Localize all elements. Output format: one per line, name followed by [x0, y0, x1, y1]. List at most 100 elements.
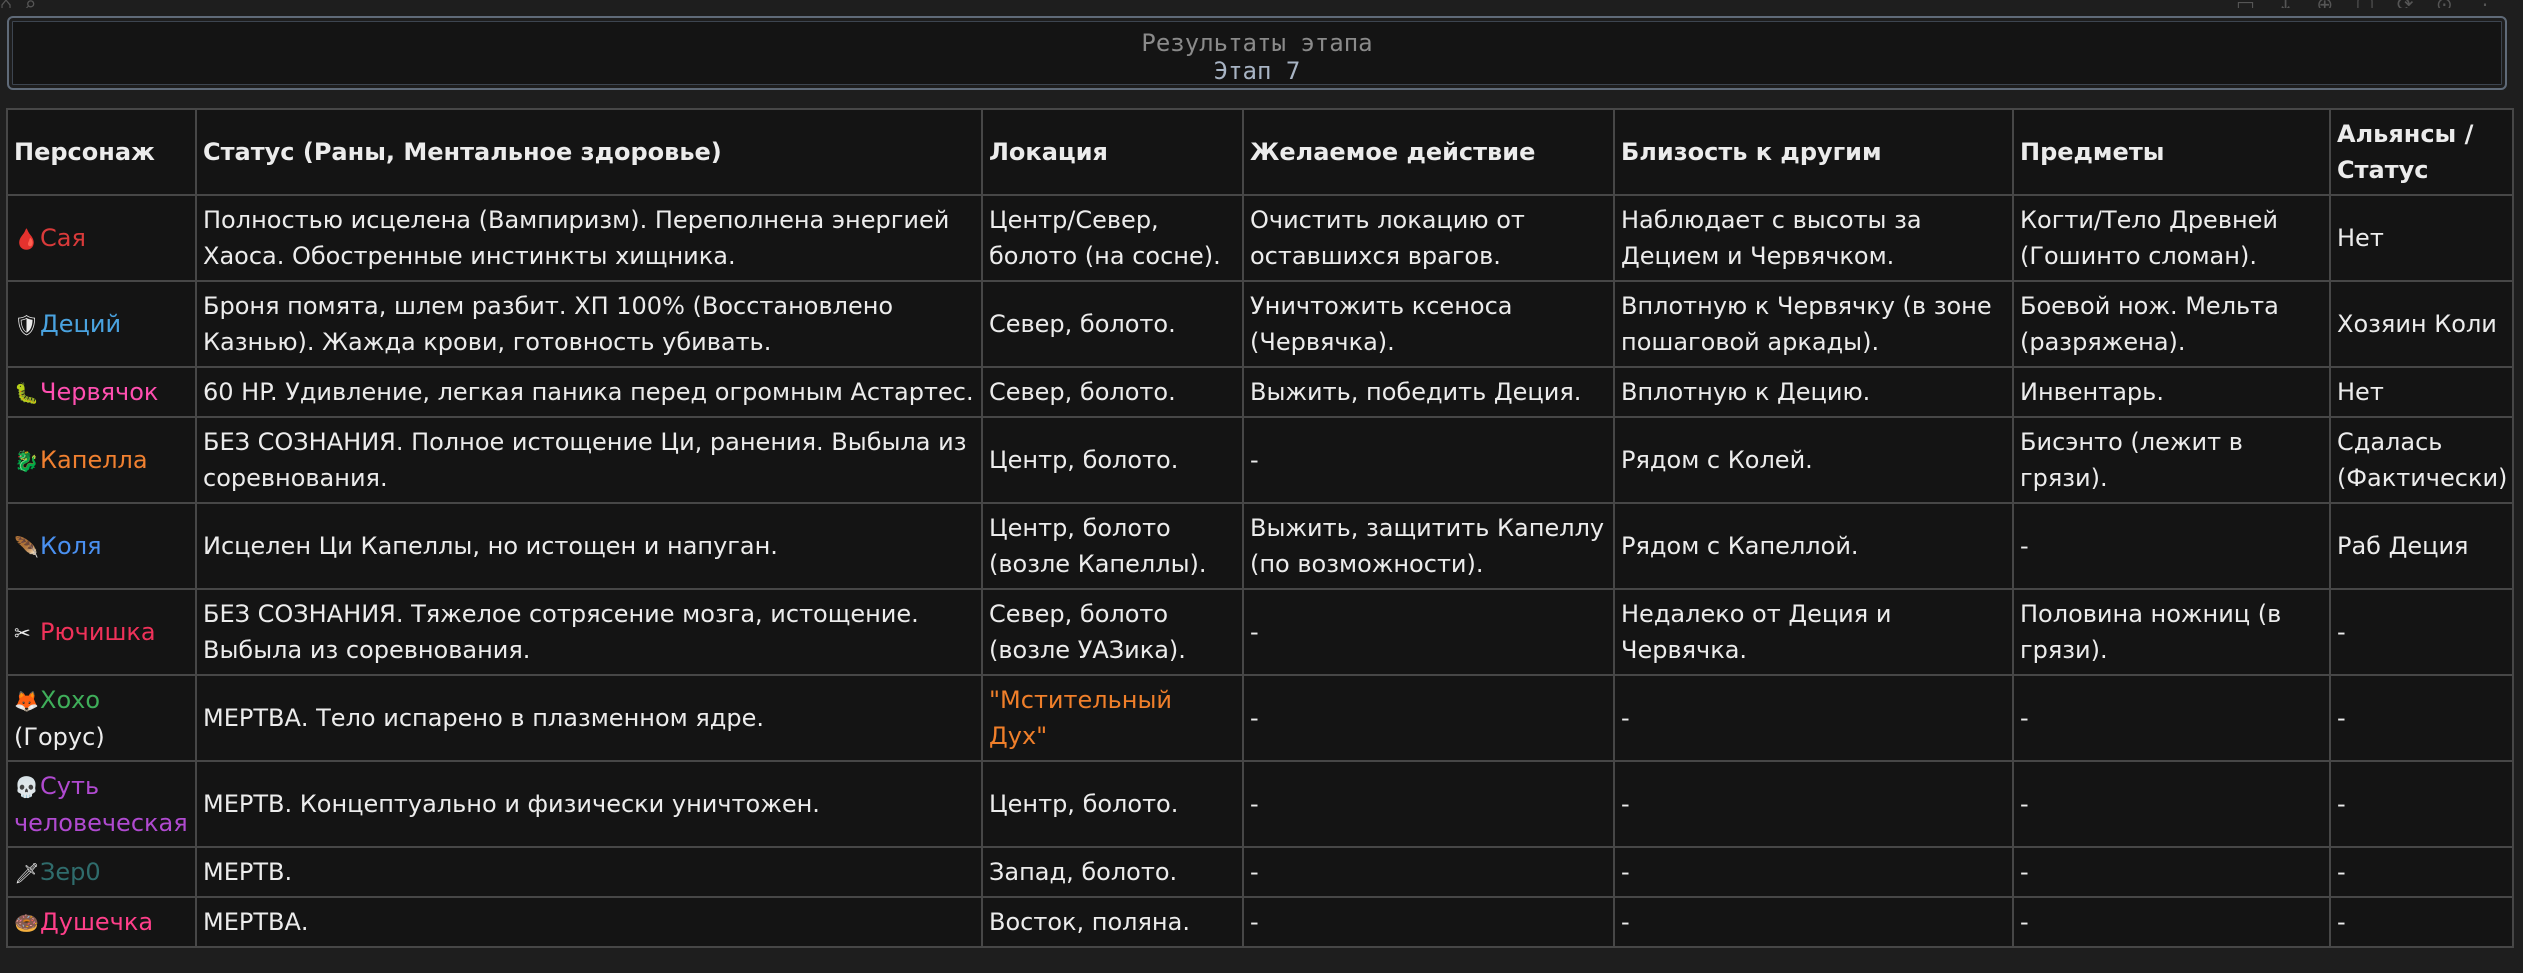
scissors-icon: ✂ — [14, 620, 31, 645]
cell-status: Полностью исцелена (Вампиризм). Переполн… — [195, 194, 983, 282]
table-row: 🗡Зер0 МЕРТВ. Запад, болото. - - - - — [6, 846, 2514, 898]
cell-desired-action: Очистить локацию от оставшихся врагов. — [1242, 194, 1615, 282]
cell-character: 🪶Коля — [6, 502, 197, 590]
cell-alliance: - — [2329, 760, 2514, 848]
donut-icon: 🍩 — [14, 910, 39, 935]
cell-status: 60 HP. Удивление, легкая паника перед ог… — [195, 366, 983, 418]
cell-items: Когти/Тело Древней (Гошинто сломан). — [2012, 194, 2331, 282]
cell-desired-action: Выжить, защитить Капеллу (по возможности… — [1242, 502, 1615, 590]
cell-character: 🐛Червячок — [6, 366, 197, 418]
blood-drop-icon: 🩸 — [14, 226, 39, 251]
character-name: Червячок — [40, 377, 159, 406]
cell-proximity: - — [1613, 846, 2014, 898]
dagger-icon: 🗡 — [14, 860, 40, 885]
cell-location: Центр, болото. — [981, 760, 1244, 848]
dragon-icon: 🐉 — [14, 448, 39, 473]
cell-desired-action: - — [1242, 588, 1615, 676]
panel-subtitle: Этап 7 — [1213, 57, 1301, 85]
column-header-character: Персонаж — [6, 108, 197, 196]
cell-character: ✂ Рючишка — [6, 588, 197, 676]
shield-icon: 🛡 — [14, 312, 40, 337]
cell-alliance: Нет — [2329, 366, 2514, 418]
cell-character: 🛡Деций — [6, 280, 197, 368]
cell-character: 🦊Хохо (Горус) — [6, 674, 197, 762]
character-name: Душечка — [40, 907, 154, 936]
table-row: 🪶Коля Исцелен Ци Капеллы, но истощен и на… — [6, 502, 2514, 590]
table-row: 💀Суть человеческая МЕРТВ. Концептуально и… — [6, 760, 2514, 848]
cell-character: 🐉Капелла — [6, 416, 197, 504]
cell-items: - — [2012, 674, 2331, 762]
cell-status: МЕРТВ. Концептуально и физически уничтож… — [195, 760, 983, 848]
fox-icon: 🦊 — [14, 688, 39, 713]
cell-desired-action: - — [1242, 896, 1615, 948]
cell-proximity: Вплотную к Червячку (в зоне пошаговой ар… — [1613, 280, 2014, 368]
cell-location: Восток, поляна. — [981, 896, 1244, 948]
cell-status: МЕРТВА. — [195, 896, 983, 948]
character-name: Деций — [40, 309, 122, 338]
cell-items: - — [2012, 502, 2331, 590]
cell-items: Бисэнто (лежит в грязи). — [2012, 416, 2331, 504]
cell-location: Центр, болото (возле Капеллы). — [981, 502, 1244, 590]
cell-desired-action: - — [1242, 846, 1615, 898]
column-header-status: Статус (Раны, Ментальное здоровье) — [195, 108, 983, 196]
cell-alliance: - — [2329, 896, 2514, 948]
toolbar-fragment-right: ▭ ↧ ⊕ ▢ ⟳ ⊙ ⋮ — [2236, 0, 2503, 8]
skull-icon: 💀 — [14, 774, 39, 799]
cell-items: - — [2012, 846, 2331, 898]
cell-alliance: - — [2329, 846, 2514, 898]
cell-proximity: Рядом с Колей. — [1613, 416, 2014, 504]
cell-desired-action: - — [1242, 760, 1615, 848]
stage-results-table: Персонаж Статус (Раны, Ментальное здоров… — [6, 108, 2514, 948]
column-header-proximity: Близость к другим — [1613, 108, 2014, 196]
character-name: Зер0 — [40, 857, 101, 886]
cell-status: МЕРТВА. Тело испарено в плазменном ядре. — [195, 674, 983, 762]
character-name: Рючишка — [40, 617, 156, 646]
cell-location: Центр/Север, болото (на сосне). — [981, 194, 1244, 282]
cell-alliance: Раб Деция — [2329, 502, 2514, 590]
worm-icon: 🐛 — [14, 380, 39, 405]
table-header-row: Персонаж Статус (Раны, Ментальное здоров… — [6, 108, 2514, 196]
toolbar-fragment-left: ⌂ ⌕ — [0, 0, 36, 8]
character-name: Капелла — [40, 445, 148, 474]
cell-location: Север, болото. — [981, 366, 1244, 418]
table-row: 🦊Хохо (Горус) МЕРТВА. Тело испарено в пла… — [6, 674, 2514, 762]
table-row: 🍩Душечка МЕРТВА. Восток, поляна. - - - - — [6, 896, 2514, 948]
cell-desired-action: Уничтожить ксеноса (Червячка). — [1242, 280, 1615, 368]
cell-items: - — [2012, 760, 2331, 848]
cell-proximity: Рядом с Капеллой. — [1613, 502, 2014, 590]
column-header-desired-action: Желаемое действие — [1242, 108, 1615, 196]
cell-status: Броня помята, шлем разбит. ХП 100% (Восс… — [195, 280, 983, 368]
character-name: Коля — [40, 531, 102, 560]
column-header-items: Предметы — [2012, 108, 2331, 196]
column-header-location: Локация — [981, 108, 1244, 196]
cell-location: Север, болото. — [981, 280, 1244, 368]
cell-character: 🗡Зер0 — [6, 846, 197, 898]
cell-desired-action: Выжить, победить Деция. — [1242, 366, 1615, 418]
cell-location: Север, болото (возле УАЗика). — [981, 588, 1244, 676]
cell-proximity: - — [1613, 760, 2014, 848]
table-row: 🐉Капелла БЕЗ СОЗНАНИЯ. Полное истощение Ц… — [6, 416, 2514, 504]
cell-character: 🍩Душечка — [6, 896, 197, 948]
cell-location: Запад, болото. — [981, 846, 1244, 898]
cell-proximity: - — [1613, 674, 2014, 762]
cell-items: Половина ножниц (в грязи). — [2012, 588, 2331, 676]
character-name: Суть человеческая — [14, 771, 188, 837]
cell-proximity: Недалеко от Деция и Червячка. — [1613, 588, 2014, 676]
stage-results-panel: Результаты этапа Этап 7 — [7, 16, 2507, 90]
character-name-suffix: (Горус) — [14, 722, 105, 751]
cell-location: Центр, болото. — [981, 416, 1244, 504]
cell-character: 💀Суть человеческая — [6, 760, 197, 848]
cell-status: МЕРТВ. — [195, 846, 983, 898]
table-row: ✂ Рючишка БЕЗ СОЗНАНИЯ. Тяжелое сотрясение… — [6, 588, 2514, 676]
table-row: 🩸Сая Полностью исцелена (Вампиризм). Пере… — [6, 194, 2514, 282]
cell-location: "Мстительный Дух" — [981, 674, 1244, 762]
cell-proximity: Наблюдает с высоты за Децием и Червячком… — [1613, 194, 2014, 282]
cell-alliance: Нет — [2329, 194, 2514, 282]
cell-status: БЕЗ СОЗНАНИЯ. Полное истощение Ци, ранен… — [195, 416, 983, 504]
table-row: 🛡Деций Броня помята, шлем разбит. ХП 100%… — [6, 280, 2514, 368]
feather-icon: 🪶 — [14, 534, 39, 559]
character-name: Сая — [40, 223, 86, 252]
cell-proximity: - — [1613, 896, 2014, 948]
window-top-strip: ⌂ ⌕ ▭ ↧ ⊕ ▢ ⟳ ⊙ ⋮ — [0, 0, 2523, 8]
cell-items: Боевой нож. Мельта (разряжена). — [2012, 280, 2331, 368]
